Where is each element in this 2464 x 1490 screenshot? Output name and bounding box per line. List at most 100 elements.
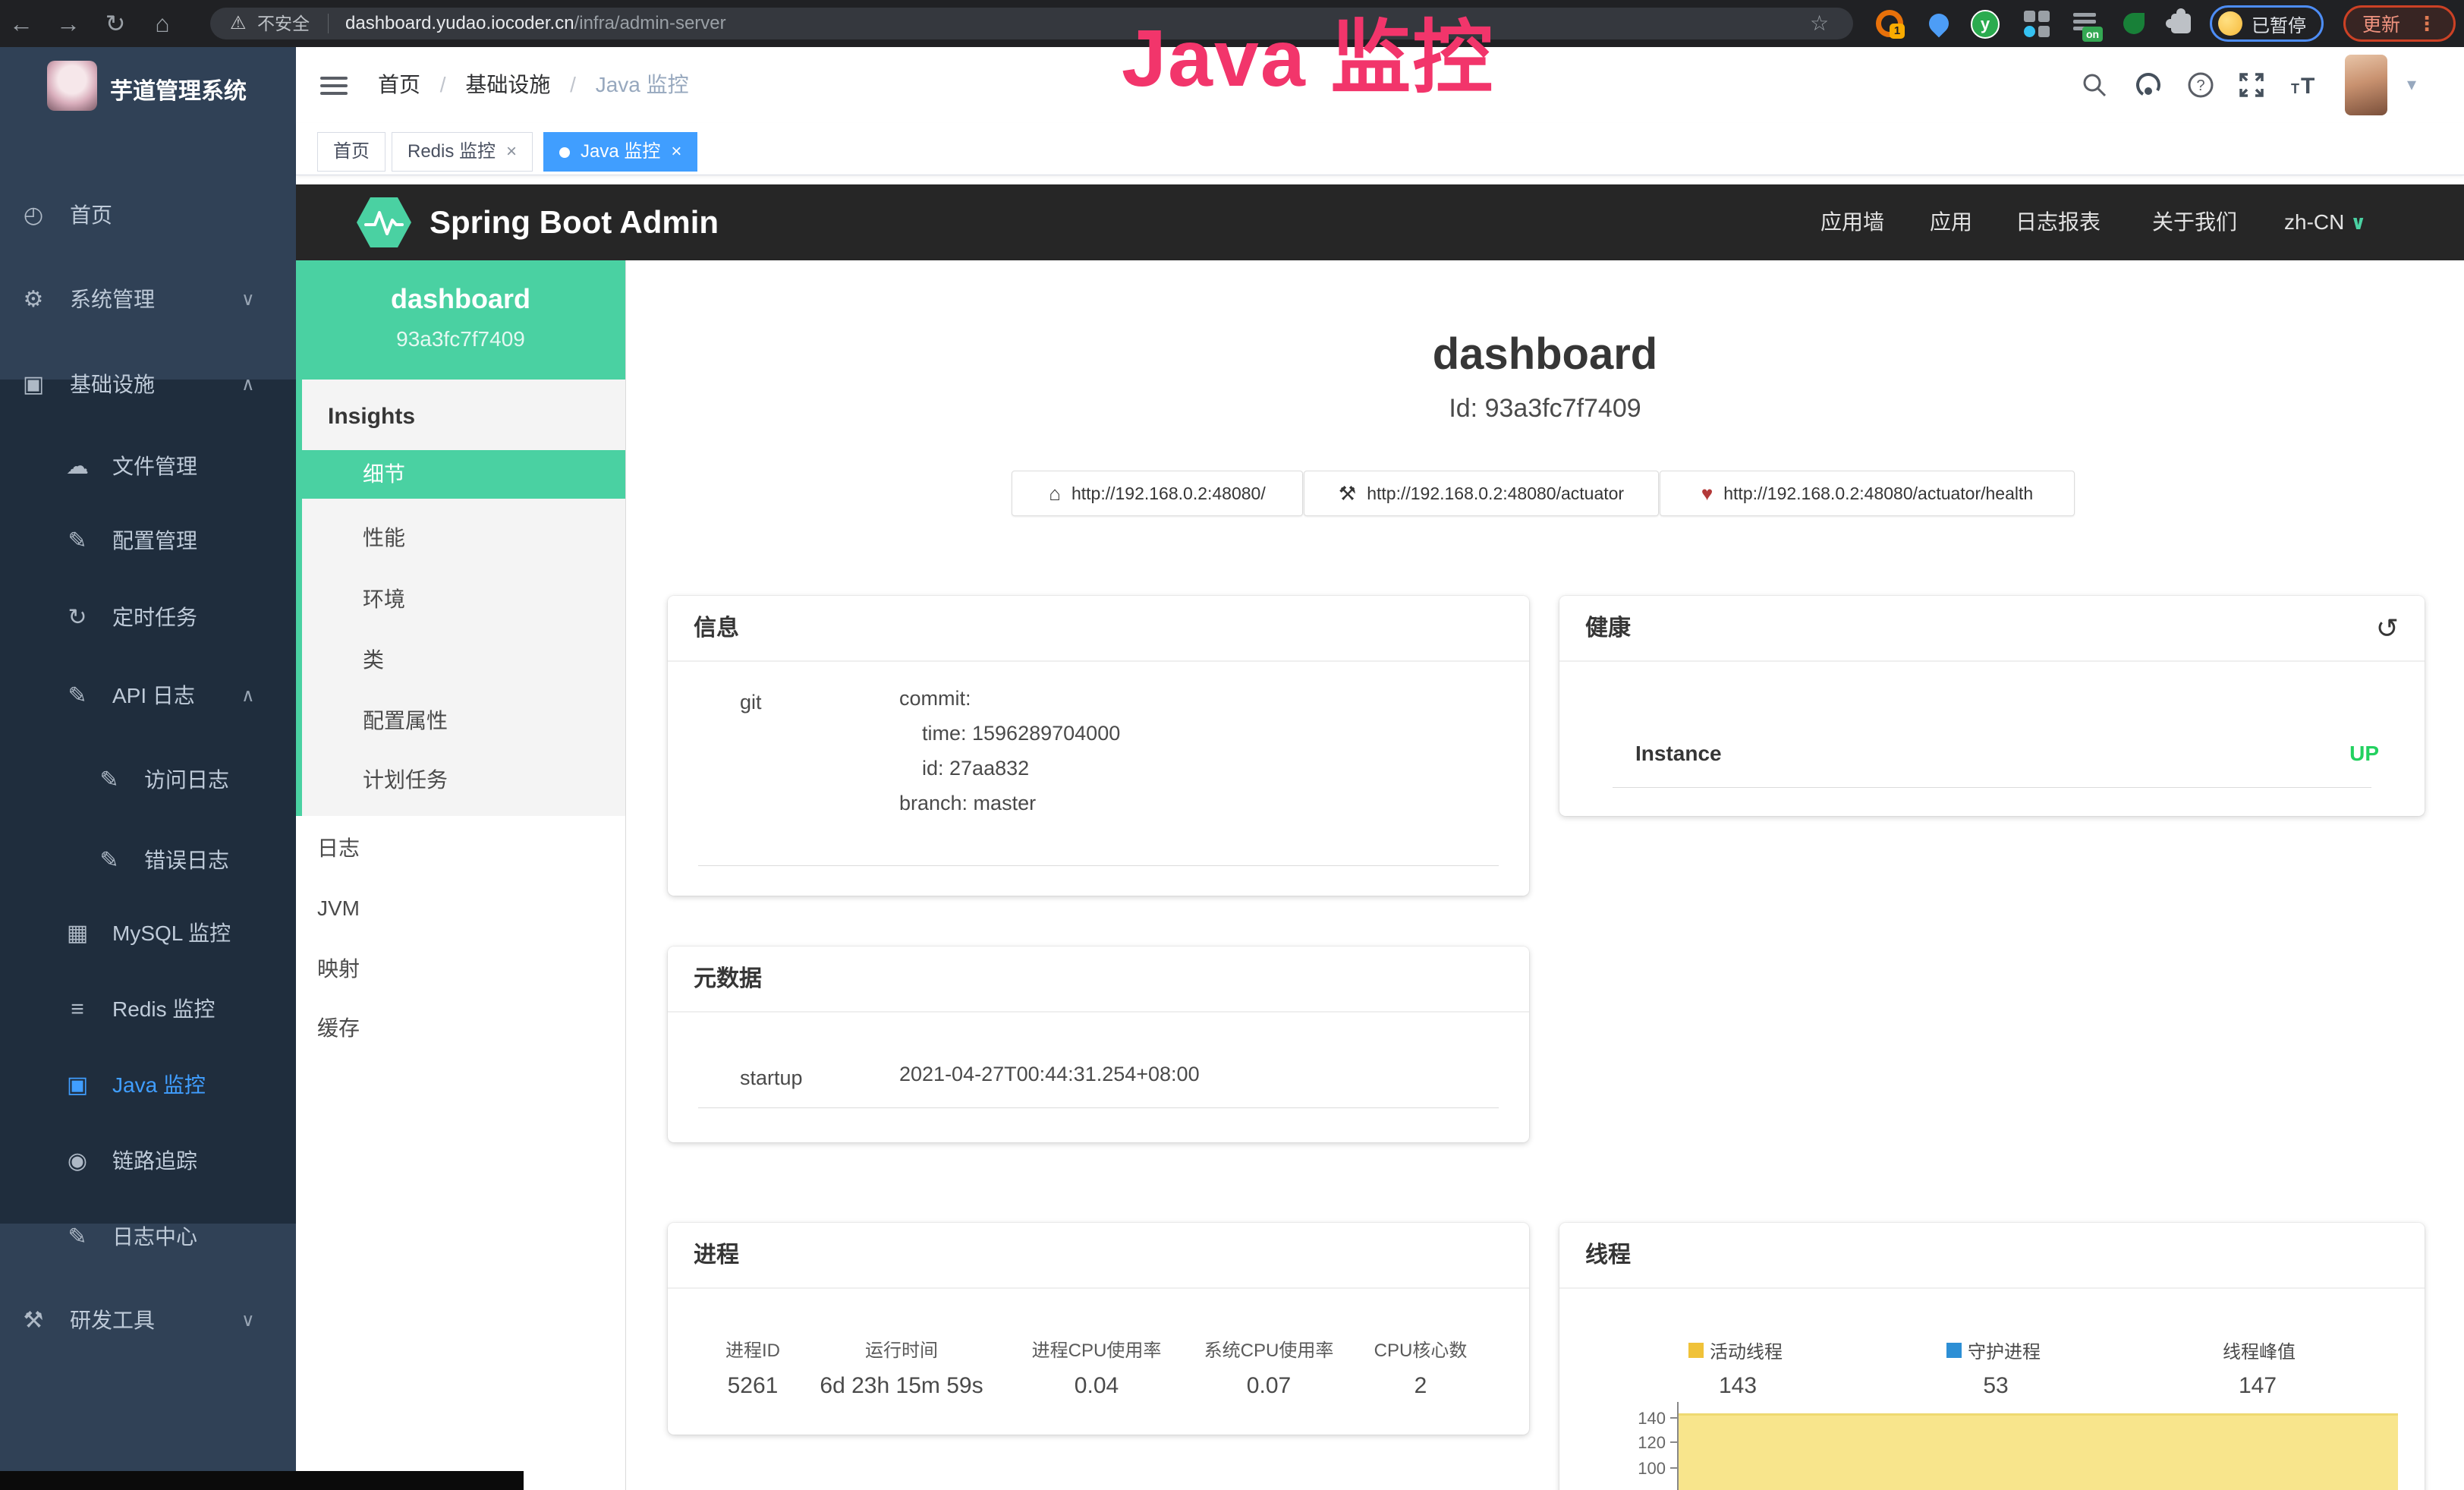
legend-swatch-blue (1946, 1343, 1962, 1358)
sba-brand-title[interactable]: Spring Boot Admin (430, 184, 719, 260)
extension-list-icon[interactable]: on (2073, 10, 2101, 37)
menu-item-scheduled-tasks[interactable]: 计划任务 (302, 756, 625, 805)
chevron-down-icon: ∨ (241, 262, 255, 338)
health-status-badge: UP (2349, 742, 2379, 766)
sidebar-item-config[interactable]: ✎ 配置管理 (0, 503, 296, 579)
instance-header[interactable]: dashboard 93a3fc7f7409 (296, 260, 625, 380)
sba-nav-journal[interactable]: 日志报表 (2016, 184, 2101, 260)
avatar-caret-icon[interactable]: ▾ (2407, 47, 2416, 123)
sidebar-item-access-log[interactable]: ✎ 访问日志 (0, 742, 296, 818)
sba-nav-wallboard[interactable]: 应用墙 (1820, 184, 1884, 260)
fullscreen-icon[interactable] (2232, 47, 2271, 123)
sidebar-item-error-log[interactable]: ✎ 错误日志 (0, 823, 296, 899)
menu-item-details[interactable]: 细节 (302, 450, 625, 499)
sidebar-item-cron[interactable]: ↻ 定时任务 (0, 580, 296, 656)
threads-card: 线程 活动线程 守护进程 线程峰值 143 53 147 140 120 100 (1559, 1223, 2425, 1490)
sidebar-item-dev-tools[interactable]: ⚒ 研发工具 ∨ (0, 1283, 296, 1359)
sba-nav-applications[interactable]: 应用 (1930, 184, 1972, 260)
menu-item-classes[interactable]: 类 (302, 636, 625, 685)
browser-forward-icon[interactable]: → (50, 0, 87, 47)
y-tick-120: 120 (1620, 1433, 1666, 1453)
process-col-pid: 进程ID (725, 1335, 780, 1362)
dashboard-icon: ◴ (17, 178, 50, 254)
spring-boot-admin-logo[interactable] (357, 197, 411, 247)
tags-view-bar: 首页 Redis 监控× Java 监控× (296, 123, 2464, 175)
browser-back-icon[interactable]: ← (3, 0, 39, 47)
extension-leaf-icon[interactable] (2120, 10, 2148, 37)
log-icon: ✎ (61, 1199, 94, 1275)
search-icon[interactable] (2075, 47, 2114, 123)
sidebar-item-files[interactable]: ☁ 文件管理 (0, 429, 296, 505)
extension-y-icon[interactable]: y (1971, 10, 1998, 37)
menu-group-insights: Insights (328, 395, 415, 438)
sba-nav-about[interactable]: 关于我们 (2152, 184, 2237, 260)
breadcrumb-home[interactable]: 首页 (378, 73, 420, 96)
bottom-edge-strip (0, 1471, 524, 1490)
url-bar[interactable]: ⚠ 不安全 dashboard.yudao.iocoder.cn/infra/a… (210, 8, 1853, 39)
url-domain: dashboard.yudao.iocoder.cn (345, 13, 574, 33)
service-url-button[interactable]: ⌂ http://192.168.0.2:48080/ (1012, 471, 1303, 516)
svg-text:T: T (2291, 81, 2299, 96)
tab-java-monitor[interactable]: Java 监控× (543, 132, 697, 172)
user-avatar[interactable] (2345, 55, 2387, 115)
history-icon[interactable]: ↺ (2376, 596, 2399, 660)
process-card-title: 进程 (668, 1223, 1529, 1289)
layers-icon: ≡ (61, 972, 94, 1047)
sba-locale-select[interactable]: zh-CN ∨ (2284, 184, 2366, 260)
browser-home-icon[interactable]: ⌂ (144, 0, 181, 47)
bookmark-star-icon[interactable]: ☆ (1810, 8, 1829, 39)
sidebar-item-log-center[interactable]: ✎ 日志中心 (0, 1199, 296, 1275)
hamburger-icon[interactable] (320, 72, 348, 99)
help-icon[interactable]: ? (2181, 47, 2220, 123)
info-row-label: git (740, 691, 762, 714)
close-icon[interactable]: × (671, 141, 681, 162)
sidebar-item-api-log[interactable]: ✎ API 日志 ∧ (0, 658, 296, 734)
paused-label: 已暂停 (2252, 11, 2306, 37)
sidebar-item-mysql[interactable]: ▦ MySQL 监控 (0, 896, 296, 972)
heartbeat-icon: ♥ (1701, 482, 1713, 506)
menu-item-metrics[interactable]: 性能 (302, 514, 625, 562)
sidebar-item-redis[interactable]: ≡ Redis 监控 (0, 972, 296, 1047)
log-icon: ✎ (93, 742, 126, 818)
process-col-process-cpu: 进程CPU使用率 (1032, 1335, 1162, 1362)
breadcrumb-infra[interactable]: 基础设施 (465, 73, 550, 96)
sidebar-item-infra[interactable]: ▣ 基础设施 ∧ (0, 347, 296, 423)
github-icon[interactable] (2129, 47, 2168, 123)
extension-grid-icon[interactable] (2023, 10, 2052, 39)
actuator-url-button[interactable]: ⚒ http://192.168.0.2:48080/actuator (1304, 471, 1659, 516)
timer-icon: ↻ (61, 580, 94, 656)
on-badge: on (2082, 27, 2103, 42)
browser-update-button[interactable]: 更新 ⋮ (2343, 5, 2456, 42)
extension-orange-icon[interactable]: 1 (1876, 10, 1903, 37)
sidebar-item-java-monitor[interactable]: ▣ Java 监控 (0, 1047, 296, 1123)
close-icon[interactable]: × (506, 141, 517, 162)
browser-reload-icon[interactable]: ↻ (97, 0, 134, 47)
sidebar-item-system[interactable]: ⚙ 系统管理 ∨ (0, 262, 296, 338)
menu-item-jvm[interactable]: JVM (296, 884, 625, 933)
chevron-up-icon: ∧ (241, 658, 255, 734)
security-warning-icon: ⚠ (230, 8, 247, 39)
tab-home[interactable]: 首页 (317, 132, 385, 172)
menu-item-caches[interactable]: 缓存 (296, 1004, 625, 1053)
row-divider (698, 1107, 1499, 1108)
font-size-icon[interactable]: TT (2284, 47, 2324, 123)
instance-page-title: dashboard (626, 329, 2464, 380)
threads-card-title: 线程 (1559, 1223, 2425, 1289)
extension-puzzle-icon[interactable] (2167, 10, 2195, 37)
menu-item-config-props[interactable]: 配置属性 (302, 697, 625, 745)
extension-pin-icon[interactable] (1925, 10, 1953, 37)
menu-item-environment[interactable]: 环境 (302, 575, 625, 624)
sidebar-item-home[interactable]: ◴ 首页 (0, 178, 296, 254)
security-label: 不安全 (257, 8, 310, 39)
admin-sidebar: 芋道管理系统 ◴ 首页 ⚙ 系统管理 ∨ ▣ 基础设施 ∧ ☁ 文件管理 ✎ 配… (0, 47, 296, 1490)
legend-daemon-threads: 守护进程 (1946, 1337, 2041, 1363)
sidebar-item-tracing[interactable]: ◉ 链路追踪 (0, 1123, 296, 1199)
tab-redis-monitor[interactable]: Redis 监控× (392, 132, 533, 172)
breadcrumb-current: Java 监控 (596, 73, 689, 96)
paused-profile-pill[interactable]: 已暂停 (2210, 5, 2324, 42)
menu-item-mappings[interactable]: 映射 (296, 945, 625, 994)
log-icon: ✎ (61, 658, 94, 734)
health-url-button[interactable]: ♥ http://192.168.0.2:48080/actuator/heal… (1660, 471, 2075, 516)
menu-item-logs[interactable]: 日志 (296, 824, 625, 873)
kebab-menu-icon[interactable]: ⋮ (2417, 12, 2437, 36)
